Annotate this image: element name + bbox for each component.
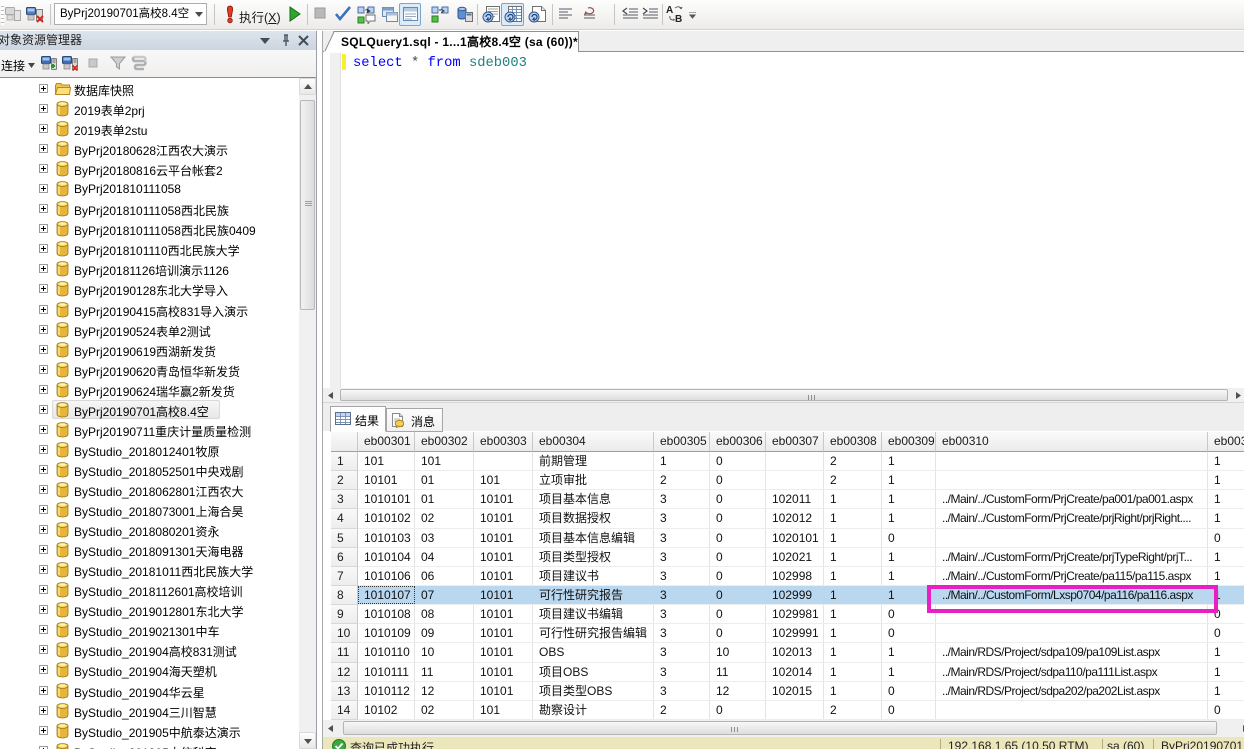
svg-text:A: A bbox=[666, 5, 673, 16]
svg-text:B: B bbox=[675, 14, 682, 24]
